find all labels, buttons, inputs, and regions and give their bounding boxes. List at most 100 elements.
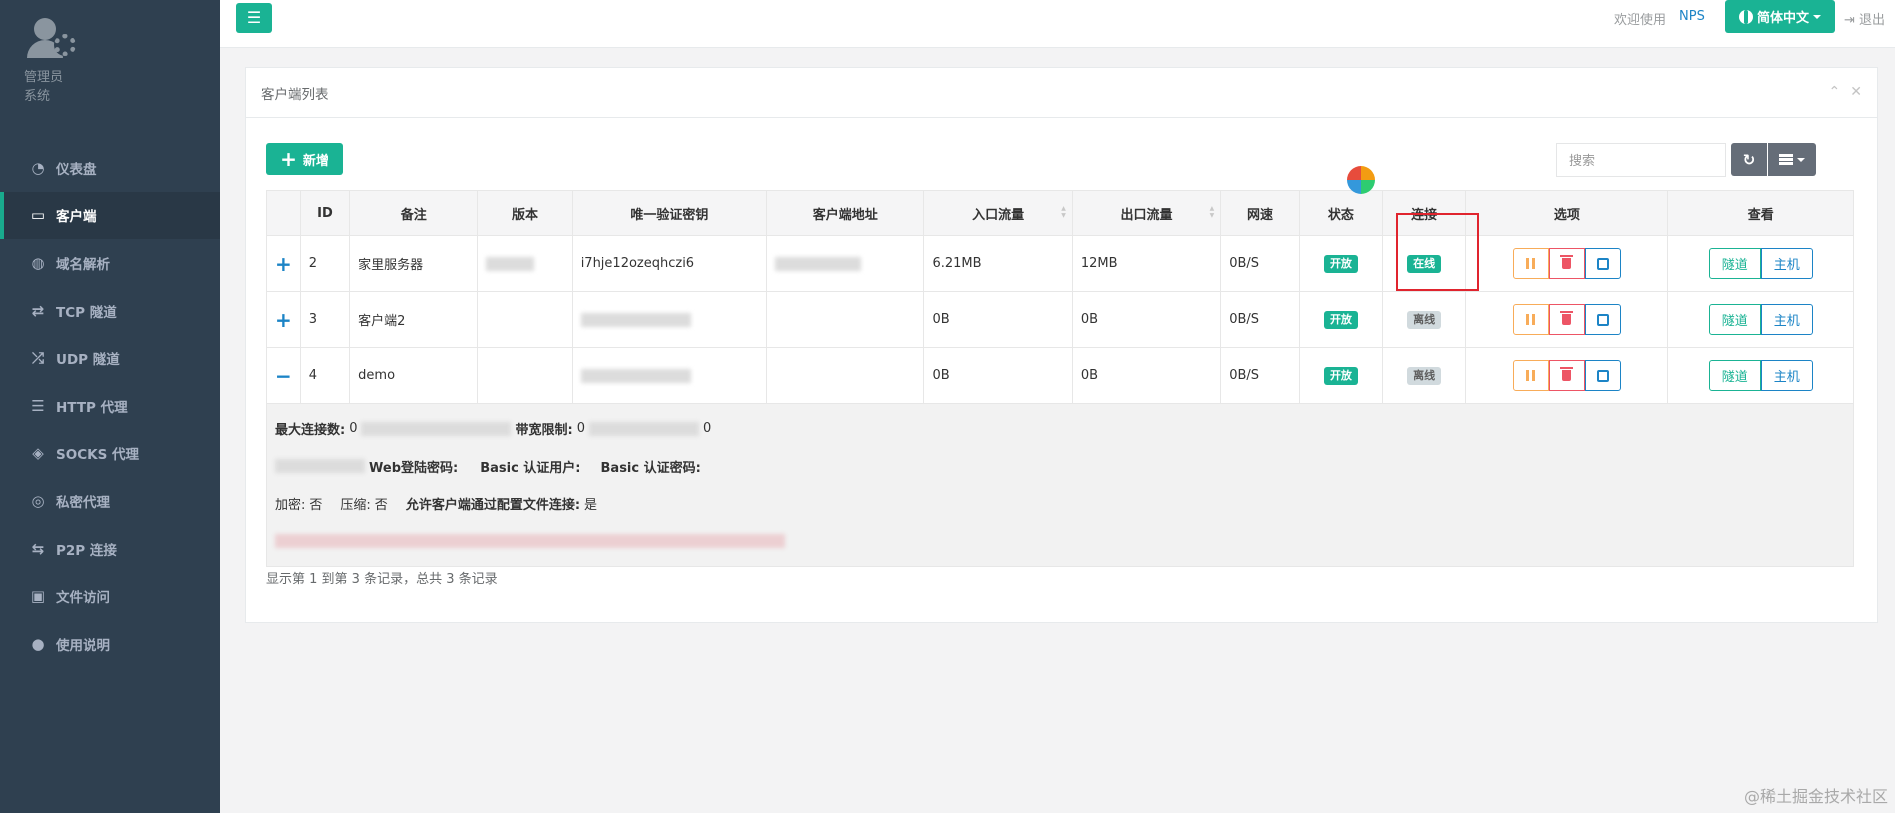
pause-button[interactable]	[1512, 304, 1549, 335]
sidebar-item-domain[interactable]: ◍ 域名解析	[0, 239, 220, 287]
redacted-block	[361, 421, 512, 436]
view-host-button[interactable]: 主机	[1760, 248, 1813, 279]
cell-status: 开放	[1298, 291, 1384, 348]
redacted-block	[588, 421, 699, 436]
exchange-icon: ⇆	[31, 539, 45, 558]
detail-label: Basic 认证用户:	[480, 460, 581, 476]
cell-view: 隧道 主机	[1667, 347, 1854, 404]
refresh-button[interactable]: ↻	[1731, 143, 1767, 176]
sidebar-item-label: 使用说明	[56, 637, 110, 654]
language-label: 简体中文	[1756, 11, 1809, 26]
topbar: ☰ 欢迎使用 NPS 简体中文 ⇥ 退出	[220, 0, 1895, 48]
table-header-row: ID 备注 版本 唯一验证密钥 客户端地址 入口流量 出口流量 网速 状态 连接…	[266, 190, 1854, 236]
status-badge: 开放	[1323, 366, 1358, 385]
cell-outflow: 0B	[1071, 291, 1222, 348]
sidebar-item-file[interactable]: ▣ 文件访问	[0, 572, 220, 620]
plus-icon: +	[280, 147, 297, 171]
cell-connection: 离线	[1382, 347, 1467, 404]
edit-button[interactable]	[1584, 304, 1621, 335]
logout-link[interactable]: ⇥ 退出	[1844, 9, 1885, 28]
delete-button[interactable]	[1548, 360, 1585, 391]
redacted-block	[486, 256, 535, 271]
edit-button[interactable]	[1584, 360, 1621, 391]
add-client-button[interactable]: + 新增	[266, 143, 343, 175]
language-dropdown-button[interactable]: 简体中文	[1725, 0, 1835, 33]
status-badge: 开放	[1323, 254, 1358, 273]
delete-button[interactable]	[1548, 248, 1585, 279]
grid-icon	[1779, 154, 1793, 165]
detail-line: Web登陆密码: Basic 认证用户: Basic 认证密码:	[275, 448, 1845, 486]
sidebar-item-p2p[interactable]: ⇆ P2P 连接	[0, 525, 220, 573]
caret-down-icon	[1797, 157, 1805, 162]
header-inflow[interactable]: 入口流量	[923, 190, 1073, 236]
dashboard-icon: ◔	[31, 158, 45, 177]
search-input[interactable]	[1556, 143, 1726, 177]
expand-toggle[interactable]: −	[266, 347, 301, 404]
redacted-block	[275, 534, 785, 549]
view-tunnel-button[interactable]: 隧道	[1708, 248, 1761, 279]
cell-speed: 0B/S	[1220, 347, 1300, 404]
header-remark[interactable]: 备注	[349, 190, 479, 236]
edit-button[interactable]	[1584, 248, 1621, 279]
trash-icon	[1560, 311, 1574, 325]
sidebar-item-dashboard[interactable]: ◔ 仪表盘	[0, 144, 220, 192]
sidebar-item-label: HTTP 代理	[56, 399, 128, 416]
close-icon[interactable]: ✕	[1850, 84, 1862, 100]
menu-toggle-button[interactable]: ☰	[236, 3, 272, 33]
cell-version	[477, 347, 573, 404]
sign-out-icon: ⇥	[1844, 13, 1860, 28]
welcome-text: 欢迎使用	[1614, 13, 1667, 28]
retweet-icon: ⇄	[31, 301, 45, 320]
sidebar-item-help[interactable]: ● 使用说明	[0, 620, 220, 668]
expand-toggle[interactable]: +	[266, 291, 301, 348]
trash-icon	[1560, 367, 1574, 381]
header-key[interactable]: 唯一验证密钥	[571, 190, 768, 236]
sidebar-item-clients[interactable]: ▭ 客户端	[0, 191, 220, 240]
cell-status: 开放	[1298, 235, 1384, 292]
header-speed[interactable]: 网速	[1220, 190, 1300, 236]
header-id[interactable]: ID	[299, 190, 351, 236]
sidebar-item-socks[interactable]: ◈ SOCKS 代理	[0, 430, 220, 478]
header-view: 查看	[1667, 190, 1854, 236]
sidebar-item-http[interactable]: ☰ HTTP 代理	[0, 382, 220, 430]
sidebar-item-udp[interactable]: ⤮ UDP 隧道	[0, 334, 220, 382]
pause-button[interactable]	[1512, 248, 1549, 279]
view-host-button[interactable]: 主机	[1760, 304, 1813, 335]
collapse-icon[interactable]: ⌃	[1829, 84, 1841, 100]
view-tunnel-button[interactable]: 隧道	[1708, 360, 1761, 391]
cell-id: 4	[299, 347, 351, 404]
header-version[interactable]: 版本	[477, 190, 573, 236]
sidebar-item-label: UDP 隧道	[56, 352, 120, 369]
connection-badge: 离线	[1407, 366, 1442, 385]
detail-line: 最大连接数: 0 带宽限制: 0 0	[275, 410, 1845, 448]
sidebar-nav: ◔ 仪表盘 ▭ 客户端 ◍ 域名解析 ⇄ TCP 隧道 ⤮ UDP 隧道 ☰ HTTP 代理…	[0, 144, 220, 668]
columns-toggle-button[interactable]	[1768, 143, 1816, 176]
detail-line: 加密: 否 压缩: 否 允许客户端通过配置文件连接: 是	[275, 485, 1845, 523]
cell-inflow: 0B	[923, 347, 1073, 404]
panel-title: 客户端列表	[261, 86, 329, 103]
refresh-icon: ↻	[1742, 150, 1756, 169]
header-status[interactable]: 状态	[1298, 190, 1384, 236]
admin-avatar-icon	[24, 16, 78, 60]
detail-cell: 最大连接数:0 带宽限制:0 0 Web登陆密码: Basic 认证用户:	[266, 403, 1854, 567]
pause-icon	[1526, 370, 1536, 381]
cell-outflow: 0B	[1071, 347, 1222, 404]
server-icon: ☰	[31, 396, 45, 415]
header-outflow[interactable]: 出口流量	[1071, 190, 1222, 236]
header-address[interactable]: 客户端地址	[766, 190, 925, 236]
app-name-link[interactable]: NPS	[1679, 9, 1705, 24]
pause-icon	[1526, 258, 1536, 269]
view-tunnel-button[interactable]: 隧道	[1708, 304, 1761, 335]
expand-toggle[interactable]: +	[266, 235, 301, 292]
sidebar-item-label: P2P 连接	[56, 542, 117, 559]
view-host-button[interactable]: 主机	[1760, 360, 1813, 391]
sidebar-item-label: 域名解析	[56, 256, 110, 273]
detail-value: 0	[576, 421, 585, 437]
sidebar-item-tcp[interactable]: ⇄ TCP 隧道	[0, 287, 220, 335]
sidebar-item-secret[interactable]: ◎ 私密代理	[0, 477, 220, 525]
pause-button[interactable]	[1512, 360, 1549, 391]
pause-icon	[1526, 314, 1536, 325]
delete-button[interactable]	[1548, 304, 1585, 335]
detail-value: 否	[309, 498, 323, 514]
cell-key: i7hje12ozeqhczi6	[571, 235, 768, 292]
